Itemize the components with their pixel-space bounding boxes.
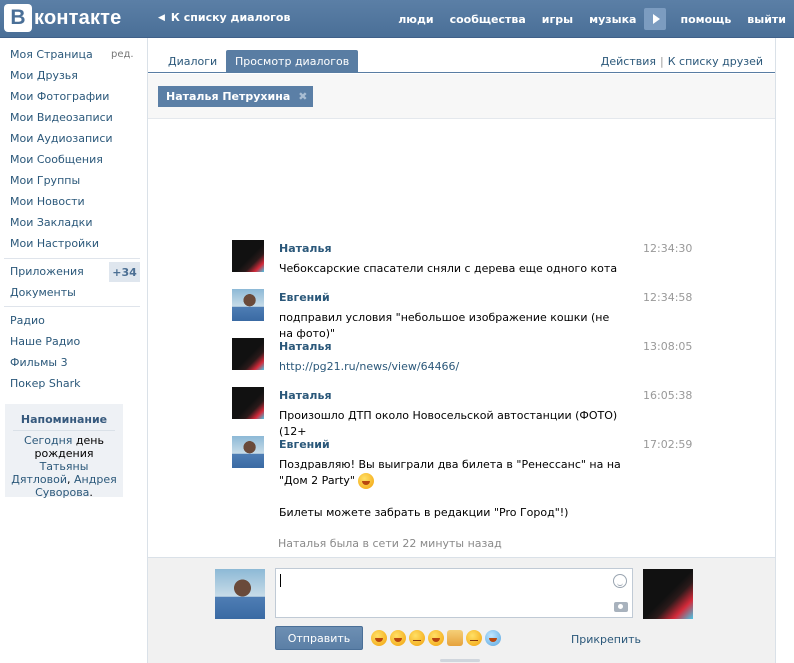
avatar[interactable] <box>232 436 264 468</box>
message-author[interactable]: Евгений <box>279 438 330 451</box>
message-composer: Отправить Прикрепить <box>148 557 775 663</box>
message-text-part: Билеты можете забрать в редакции "Pro Го… <box>279 506 569 519</box>
avatar[interactable] <box>232 289 264 321</box>
message-author[interactable]: Евгений <box>279 291 330 304</box>
tab-actions: Действия | К списку друзей <box>601 55 763 68</box>
message-author[interactable]: Наталья <box>279 340 332 353</box>
top-nav: люди сообщества игры музыка помощь выйти <box>390 0 794 38</box>
back-label: К списку диалогов <box>170 11 291 24</box>
sidebar-divider <box>4 306 140 307</box>
nav-games[interactable]: игры <box>534 0 581 38</box>
sidebar-item-messages[interactable]: Мои Сообщения <box>10 153 103 166</box>
sidebar-item-radio[interactable]: Радио <box>10 314 45 327</box>
recipient-name: Наталья Петрухина <box>166 90 291 103</box>
reminder-end: . <box>89 486 93 499</box>
online-status: Наталья была в сети 22 минуты назад <box>278 537 502 550</box>
top-header: B контакте ◀ К списку диалогов люди сооб… <box>0 0 794 38</box>
apps-count-badge[interactable]: +34 <box>109 262 140 282</box>
reminder-sep: , <box>67 473 71 486</box>
reminder-word: рождения <box>34 447 94 460</box>
message-text: Чебоксарские спасатели сняли с дерева ещ… <box>279 262 618 275</box>
logo-text: контакте <box>34 6 122 29</box>
emoji-bar <box>371 630 504 646</box>
sidebar-item-news[interactable]: Мои Новости <box>10 195 85 208</box>
actions-link[interactable]: Действия <box>601 55 656 68</box>
message-text: Произошло ДТП около Новосельской автоста… <box>279 409 618 438</box>
recipients-bar: Наталья Петрухина ✖ <box>148 74 775 119</box>
recipient-avatar[interactable] <box>643 569 693 619</box>
wink-emoji-icon[interactable] <box>428 630 444 646</box>
reminder-today-link[interactable]: Сегодня <box>24 434 72 447</box>
sidebar-item-poker[interactable]: Покер Shark <box>10 377 80 390</box>
sidebar-item-photos[interactable]: Мои Фотографии <box>10 90 109 103</box>
vk-logo[interactable]: B контакте <box>4 4 122 32</box>
message-time: 12:34:30 <box>643 242 693 255</box>
message-author[interactable]: Наталья <box>279 389 332 402</box>
message-link[interactable]: http://pg21.ru/news/view/64466/ <box>279 360 459 373</box>
my-avatar[interactable] <box>215 569 265 619</box>
message-text-part: Поздравляю! Вы выиграли два билета в "Ре… <box>279 458 621 487</box>
camera-icon[interactable] <box>614 602 628 612</box>
message-time: 12:34:58 <box>643 291 693 304</box>
sidebar-item-films[interactable]: Фильмы 3 <box>10 356 68 369</box>
avatar[interactable] <box>232 240 264 272</box>
thumbs-up-icon[interactable] <box>447 630 463 646</box>
text-caret <box>280 574 281 587</box>
sidebar-item-videos[interactable]: Мои Видеозаписи <box>10 111 113 124</box>
back-arrow-icon: ◀ <box>158 12 165 23</box>
logo-icon: B <box>4 4 32 32</box>
sidebar-item-my-page[interactable]: Моя Страница <box>10 48 93 61</box>
smile-emoji-icon <box>358 473 375 489</box>
sidebar-item-bookmarks[interactable]: Мои Закладки <box>10 216 92 229</box>
tabs-bar: Диалоги Просмотр диалогов Действия | К спи… <box>148 38 775 73</box>
birthday-reminder: Напоминание Сегодня день рождения Татьян… <box>5 404 123 499</box>
back-to-dialogs-link[interactable]: ◀ К списку диалогов <box>158 11 290 24</box>
nav-logout[interactable]: выйти <box>739 0 794 38</box>
nav-help[interactable]: помощь <box>672 0 739 38</box>
send-button[interactable]: Отправить <box>275 626 363 650</box>
to-friends-link[interactable]: К списку друзей <box>668 55 763 68</box>
tab-link-separator: | <box>660 55 664 68</box>
sidebar-item-groups[interactable]: Мои Группы <box>10 174 80 187</box>
nav-music[interactable]: музыка <box>581 0 644 38</box>
sidebar-item-documents[interactable]: Документы <box>10 286 76 299</box>
laughing-emoji-icon[interactable] <box>371 630 387 646</box>
message-author[interactable]: Наталья <box>279 242 332 255</box>
play-icon[interactable] <box>644 8 667 30</box>
message-text: подправил условия "небольшое изображение… <box>279 311 610 340</box>
message-time: 17:02:59 <box>643 438 693 451</box>
avatar[interactable] <box>232 387 264 419</box>
dialog-panel: Диалоги Просмотр диалогов Действия | К спи… <box>147 38 776 663</box>
nav-communities[interactable]: сообщества <box>442 0 534 38</box>
sidebar-edit-link[interactable]: ред. <box>111 49 134 60</box>
tab-dialogs[interactable]: Диалоги <box>159 50 226 73</box>
tab-view-dialogs[interactable]: Просмотр диалогов <box>226 50 359 73</box>
message-input[interactable] <box>275 568 633 618</box>
avatar[interactable] <box>232 338 264 370</box>
remove-recipient-icon[interactable]: ✖ <box>298 90 307 103</box>
sidebar-item-audios[interactable]: Мои Аудиозаписи <box>10 132 113 145</box>
reminder-text: Сегодня день рождения Татьяны Дятловой, … <box>5 434 123 499</box>
sidebar-item-friends[interactable]: Мои Друзья <box>10 69 78 82</box>
rolling-eyes-emoji-icon[interactable] <box>409 630 425 646</box>
sidebar-item-settings[interactable]: Мои Настройки <box>10 237 99 250</box>
nav-people[interactable]: люди <box>390 0 441 38</box>
resize-handle[interactable] <box>440 659 480 662</box>
smile-emoji-icon[interactable] <box>390 630 406 646</box>
message-time: 16:05:38 <box>643 389 693 402</box>
reminder-title: Напоминание <box>13 413 115 431</box>
scared-emoji-icon[interactable] <box>485 630 501 646</box>
sidebar-item-apps[interactable]: Приложения <box>10 265 84 278</box>
message-time: 13:08:05 <box>643 340 693 353</box>
smile-icon[interactable] <box>613 574 627 588</box>
sidebar-divider <box>4 258 140 259</box>
sidebar-item-nashe-radio[interactable]: Наше Радио <box>10 335 80 348</box>
reminder-word: день <box>75 434 104 447</box>
neutral-emoji-icon[interactable] <box>466 630 482 646</box>
message-text: Поздравляю! Вы выиграли два билета в "Ре… <box>279 457 624 521</box>
attach-link[interactable]: Прикрепить <box>571 633 641 646</box>
message-text: http://pg21.ru/news/view/64466/ <box>279 359 624 375</box>
recipient-chip[interactable]: Наталья Петрухина ✖ <box>158 86 314 107</box>
